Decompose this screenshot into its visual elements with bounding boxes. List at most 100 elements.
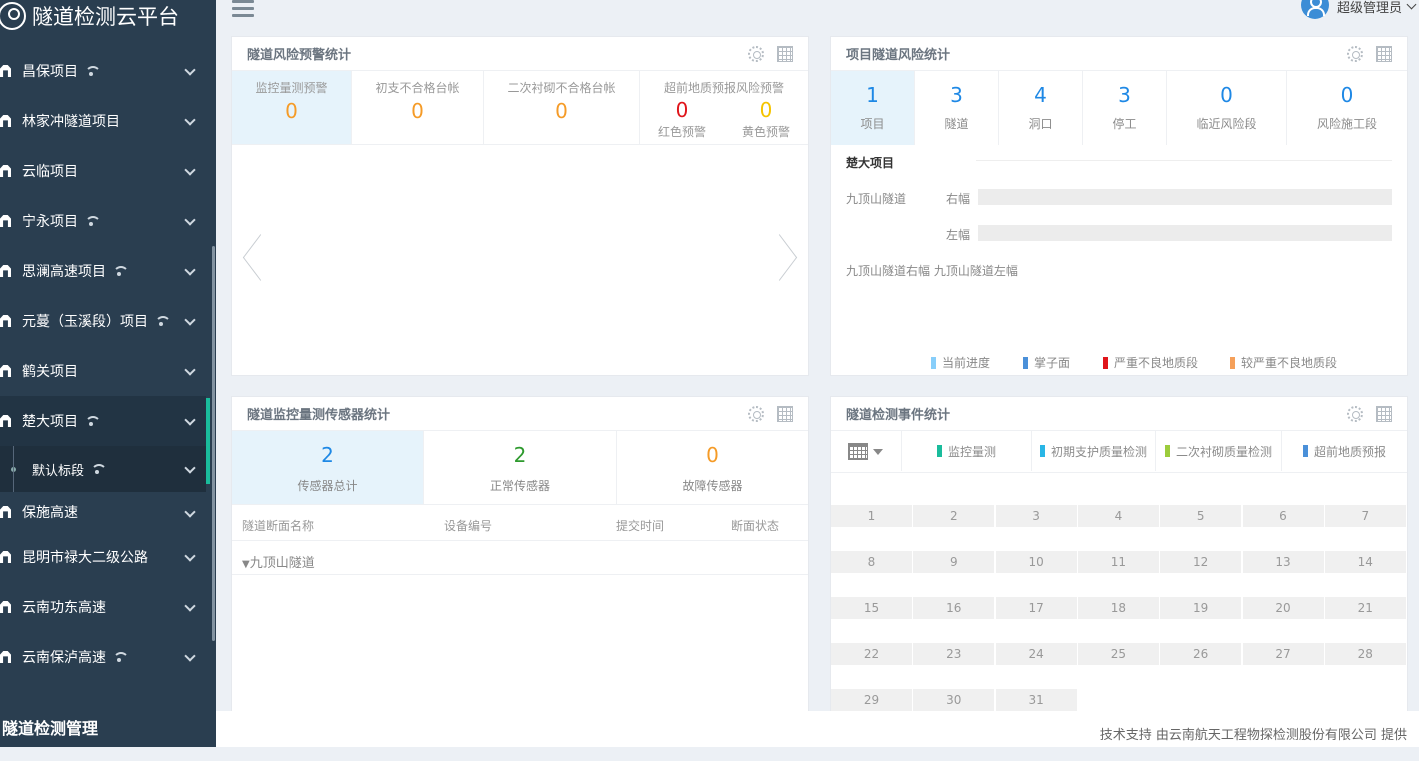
tunnel-name[interactable]: 九顶山隧道 [846, 190, 906, 207]
tab-geology-forecast[interactable]: 超前地质预报 [1281, 431, 1407, 471]
legend-moderate-geology: 较严重不良地质段 [1230, 354, 1337, 371]
stat-label: 洞口 [1028, 117, 1053, 131]
calendar-day[interactable]: 17 [995, 597, 1078, 643]
calendar-day[interactable]: 20 [1242, 597, 1325, 643]
sidebar-item[interactable]: 昌保项目 [0, 46, 206, 96]
tab-secondary-lining[interactable]: 二次衬砌质量检测 [1155, 431, 1281, 471]
calendar-day[interactable]: 9 [913, 551, 996, 597]
stat-projects[interactable]: 1 项目 [831, 71, 915, 145]
stat-near-risk[interactable]: 0 临近风险段 [1167, 71, 1287, 145]
grid-icon[interactable] [777, 46, 793, 62]
tunnel-icon [0, 601, 14, 613]
gear-icon[interactable] [1347, 406, 1363, 422]
gear-icon[interactable] [1347, 46, 1363, 62]
carousel-next-icon[interactable] [788, 237, 804, 281]
calendar-day[interactable]: 11 [1077, 551, 1160, 597]
calendar-day[interactable]: 23 [913, 643, 996, 689]
sidebar-footer-title[interactable]: 隧道检测管理 [0, 707, 216, 747]
grid-icon[interactable] [777, 406, 793, 422]
sidebar-item[interactable]: 思澜高速项目 [0, 246, 206, 296]
sidebar-item[interactable]: 鹤关项目 [0, 346, 206, 396]
sidebar-item[interactable]: 林家冲隧道项目 [0, 96, 206, 146]
calendar-day[interactable]: 5 [1160, 505, 1243, 551]
left-bore-label: 左幅 [946, 228, 971, 242]
calendar-day[interactable]: 15 [831, 597, 913, 643]
stat-primary-support[interactable]: 初支不合格台帐 0 [352, 71, 484, 145]
calendar-day[interactable]: 28 [1324, 643, 1407, 689]
calendar-day[interactable]: 24 [995, 643, 1078, 689]
grid-icon[interactable] [1376, 406, 1392, 422]
sidebar-scrollbar[interactable] [212, 246, 215, 641]
gear-icon[interactable] [748, 406, 764, 422]
calendar-day[interactable]: 6 [1242, 505, 1325, 551]
stat-geology-forecast[interactable]: 超前地质预报风险预警 0 红色预警 0 黄色预警 [640, 71, 808, 145]
column-header[interactable]: 设备编号 [444, 517, 492, 534]
right-bore-progress[interactable] [978, 189, 1392, 205]
calendar-day[interactable]: 27 [1242, 643, 1325, 689]
calendar-day[interactable]: 1 [831, 505, 913, 551]
sidebar-item[interactable]: 云临项目 [0, 146, 206, 196]
sidebar-item[interactable]: 保施高速 [0, 492, 206, 532]
tree-group-label: 九顶山隧道 [249, 556, 315, 571]
tab-monitoring[interactable]: 监控量测 [901, 431, 1031, 471]
stat-risk-construction[interactable]: 0 风险施工段 [1287, 71, 1407, 145]
sidebar-item[interactable]: 宁永项目 [0, 196, 206, 246]
calendar-day[interactable]: 16 [913, 597, 996, 643]
sidebar-item-active[interactable]: 楚大项目 [0, 396, 206, 446]
tunnel-icon [0, 551, 14, 563]
calendar-day[interactable]: 8 [831, 551, 913, 597]
calendar-day[interactable]: 14 [1324, 551, 1407, 597]
calendar-day[interactable]: 26 [1160, 643, 1243, 689]
calendar-day[interactable]: 7 [1324, 505, 1407, 551]
calendar-day[interactable]: 13 [1242, 551, 1325, 597]
stat-monitor-warning[interactable]: 监控量测预警 0 [232, 71, 352, 145]
stat-label: 风险施工段 [1316, 117, 1377, 131]
yellow-warning[interactable]: 0 黄色预警 [742, 96, 790, 140]
stat-portals[interactable]: 4 洞口 [999, 71, 1083, 145]
stat-total-sensors[interactable]: 2 传感器总计 [232, 431, 424, 505]
calendar-day[interactable]: 2 [913, 505, 996, 551]
user-menu[interactable]: 超级管理员 [1300, 0, 1419, 19]
sidebar-item[interactable]: 昆明市禄大二级公路 [0, 532, 206, 582]
menu-toggle-icon[interactable] [232, 0, 254, 17]
stat-stopped[interactable]: 3 停工 [1083, 71, 1167, 145]
divider [232, 540, 808, 541]
calendar-day[interactable]: 25 [1077, 643, 1160, 689]
stat-secondary-lining[interactable]: 二次衬砌不合格台帐 0 [484, 71, 640, 145]
sidebar-item[interactable]: 云南保泸高速 [0, 632, 206, 682]
sidebar-item[interactable]: 云南功东高速 [0, 582, 206, 632]
stat-normal-sensors[interactable]: 2 正常传感器 [424, 431, 617, 505]
calendar-day[interactable]: 12 [1160, 551, 1243, 597]
calendar-day-number: 13 [1242, 551, 1324, 573]
carousel-prev-icon[interactable] [236, 237, 252, 281]
calendar-day[interactable]: 10 [995, 551, 1078, 597]
app-brand[interactable]: 隧道检测云平台 [0, 0, 216, 32]
gear-icon[interactable] [748, 46, 764, 62]
tunnel-icon [0, 65, 14, 77]
grid-icon[interactable] [1376, 46, 1392, 62]
calendar-day[interactable]: 18 [1077, 597, 1160, 643]
tree-group[interactable]: ▼九顶山隧道 [242, 552, 315, 571]
calendar-day[interactable]: 22 [831, 643, 913, 689]
stat-tunnels[interactable]: 3 隧道 [915, 71, 999, 145]
panel-title: 隧道监控量测传感器统计 [247, 408, 391, 423]
red-warning[interactable]: 0 红色预警 [658, 96, 706, 140]
column-header[interactable]: 隧道断面名称 [242, 517, 314, 534]
chevron-down-icon[interactable] [873, 449, 883, 455]
chevron-down-icon [184, 164, 196, 176]
calendar-day[interactable]: 21 [1324, 597, 1407, 643]
caret-down-icon: ▼ [242, 559, 250, 570]
tab-primary-support[interactable]: 初期支护质量检测 [1031, 431, 1155, 471]
column-header[interactable]: 断面状态 [731, 517, 779, 534]
calendar-day[interactable]: 4 [1077, 505, 1160, 551]
stat-faulty-sensors[interactable]: 0 故障传感器 [617, 431, 808, 505]
column-header[interactable]: 提交时间 [616, 517, 664, 534]
sidebar-subitem-label: 默认标段 [32, 463, 85, 479]
left-bore-progress[interactable] [978, 225, 1392, 241]
sidebar-item[interactable]: 元蔓（玉溪段）项目 [0, 296, 206, 346]
calendar-day[interactable]: 3 [995, 505, 1078, 551]
sidebar-subitem[interactable]: 默认标段 [0, 446, 206, 492]
wifi-icon [112, 652, 129, 662]
calendar-day[interactable]: 19 [1160, 597, 1243, 643]
calendar-icon[interactable] [848, 443, 868, 460]
